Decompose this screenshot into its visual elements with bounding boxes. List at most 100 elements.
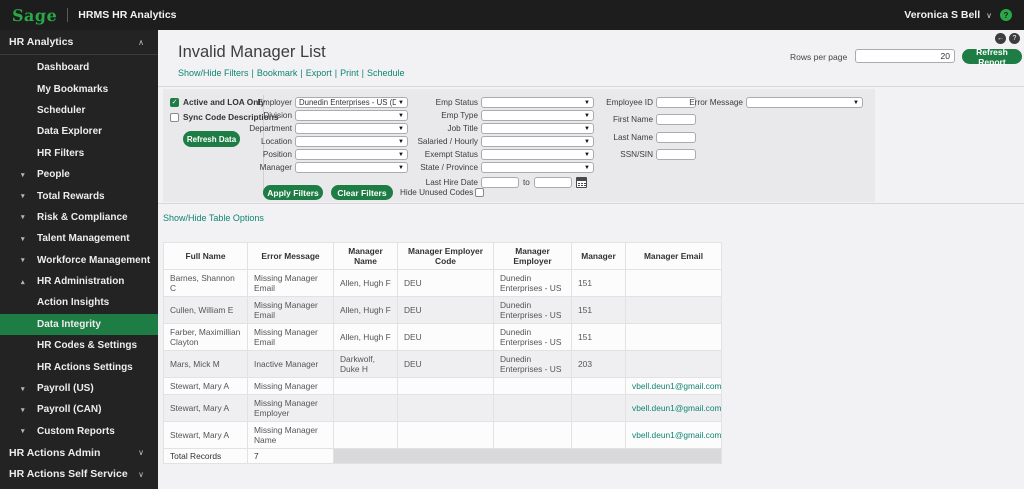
sync-code-checkbox[interactable] (170, 112, 179, 122)
manager-email-cell (625, 323, 722, 351)
sidebar-item-talent-management[interactable]: ▾ Talent Management (0, 228, 158, 249)
sidebar-item-label: Data Explorer (37, 126, 103, 138)
sidebar-item-payroll-us[interactable]: ▾ Payroll (US) (0, 378, 158, 399)
filter-row: First Name (590, 113, 696, 126)
table-row: Stewart, Mary A Missing Manager Employer v… (163, 394, 722, 422)
sidebar-item-data-integrity[interactable]: Data Integrity (0, 313, 158, 336)
sidebar-item-data-explorer[interactable]: Data Explorer (0, 121, 158, 142)
sidebar-item-scheduler[interactable]: Scheduler (0, 100, 158, 121)
expand-chevron-icon: ▾ (21, 257, 25, 265)
column-header-manager: Manager (571, 242, 626, 270)
manager-email-cell (625, 269, 722, 297)
last-hire-date-to-input[interactable] (533, 177, 572, 188)
ssn-sin-input[interactable] (656, 149, 696, 161)
table-row: Farber, Maximillian Clayton Missing Manag… (163, 323, 722, 351)
exempt-status-dropdown[interactable]: ▼ (481, 149, 594, 160)
emp-status-dropdown[interactable]: ▼ (481, 97, 594, 108)
table-cell: Stewart, Mary A (163, 377, 248, 395)
filter-row: Last Name (590, 131, 696, 144)
help-icon[interactable]: ? (1000, 9, 1012, 21)
sidebar-item-hr-codes-settings[interactable]: HR Codes & Settings (0, 335, 158, 356)
table-cell (397, 421, 494, 449)
header-link-export[interactable]: Export (306, 68, 332, 78)
sidebar-section-label: HR Actions Admin (9, 446, 101, 459)
sidebar-item-action-insights[interactable]: Action Insights (0, 292, 158, 313)
table-row: Stewart, Mary A Missing Manager vbell.deun… (163, 377, 722, 395)
topbar: Sage HRMS HR Analytics Veronica S Bell ∨… (0, 0, 1024, 30)
salaried-hourly-dropdown[interactable]: ▼ (481, 136, 594, 147)
sidebar-item-risk-compliance[interactable]: ▾ Risk & Compliance (0, 207, 158, 228)
apply-filters-button[interactable]: Apply Filters (263, 185, 323, 200)
table-options-link[interactable]: Show/Hide Table Options (163, 213, 264, 223)
filter-panel: ✓ Active and LOA Only Sync Code Descript… (163, 89, 875, 202)
header-link-show-hide-filters[interactable]: Show/Hide Filters (178, 68, 249, 78)
results-grid: Full Name Error Message Manager Name Manage… (163, 242, 722, 464)
filter-label: Manager (259, 163, 292, 172)
manager-email-cell[interactable]: vbell.deun1@gmail.com (625, 377, 722, 395)
sidebar-item-label: HR Filters (37, 147, 85, 159)
state-province-dropdown[interactable]: ▼ (481, 162, 594, 173)
manager-email-cell[interactable]: vbell.deun1@gmail.com (625, 394, 722, 422)
user-menu[interactable]: Veronica S Bell ∨ ? (904, 9, 1012, 21)
sidebar-item-label: My Bookmarks (37, 83, 109, 95)
filter-label: First Name (612, 115, 653, 125)
sidebar-item-dashboard[interactable]: Dashboard (0, 57, 158, 78)
sidebar-item-workforce-management[interactable]: ▾ Workforce Management (0, 250, 158, 271)
brand: Sage HRMS HR Analytics (12, 6, 177, 25)
clear-filters-button[interactable]: Clear Filters (331, 185, 393, 200)
last-name-input[interactable] (656, 131, 696, 143)
back-icon[interactable]: ← (995, 33, 1006, 44)
header-link-print[interactable]: Print (340, 68, 359, 78)
table-row: Stewart, Mary A Missing Manager Name vbell… (163, 421, 722, 449)
department-dropdown[interactable]: ▼ (295, 123, 408, 134)
header-link-schedule[interactable]: Schedule (367, 68, 405, 78)
position-dropdown[interactable]: ▼ (295, 149, 408, 160)
manager-email-cell (625, 296, 722, 324)
sidebar-item-payroll-can[interactable]: ▾ Payroll (CAN) (0, 399, 158, 420)
sidebar-item-people[interactable]: ▾ People (0, 164, 158, 185)
link-separator: | (251, 68, 254, 78)
page-help-icon[interactable]: ? (1009, 33, 1020, 44)
job-title-dropdown[interactable]: ▼ (481, 123, 594, 134)
sidebar-item-label: HR Codes & Settings (37, 340, 138, 352)
dropdown-arrow-icon: ▼ (398, 112, 404, 119)
sidebar-item-custom-reports[interactable]: ▾ Custom Reports (0, 421, 158, 442)
sidebar-header-hr-analytics[interactable]: HR Analytics ∧ (0, 30, 158, 55)
table-row: Cullen, William E Missing Manager Email Al… (163, 296, 722, 324)
division-dropdown[interactable]: ▼ (295, 110, 408, 121)
last-hire-date-from-input[interactable] (481, 177, 519, 188)
manager-dropdown[interactable]: ▼ (295, 162, 408, 173)
emp-type-dropdown[interactable]: ▼ (481, 110, 594, 121)
error-message-dropdown[interactable]: ▼ (746, 97, 863, 108)
filter-label: Job Title (447, 124, 479, 133)
sidebar-item-hr-filters[interactable]: HR Filters (0, 143, 158, 164)
location-dropdown[interactable]: ▼ (295, 136, 408, 147)
manager-email-cell[interactable]: vbell.deun1@gmail.com (625, 421, 722, 449)
link-separator: | (361, 68, 364, 78)
refresh-report-button[interactable]: Refresh Report (962, 47, 1022, 67)
employer-dropdown[interactable]: Dunedin Enterprises - US (DEU) ▼ (295, 97, 408, 108)
sidebar-section-hr-actions-self-service[interactable]: HR Actions Self Service ∨ (0, 463, 158, 484)
sidebar-item-total-rewards[interactable]: ▾ Total Rewards (0, 185, 158, 206)
header-link-bookmark[interactable]: Bookmark (257, 68, 298, 78)
filter-row: Division ▼ (229, 109, 408, 122)
active-loa-checkbox[interactable]: ✓ (170, 97, 179, 107)
sidebar-item-label: Data Integrity (37, 318, 101, 330)
first-name-input[interactable] (656, 114, 696, 126)
link-separator: | (334, 68, 338, 78)
sidebar-item-hr-actions-settings[interactable]: HR Actions Settings (0, 356, 158, 377)
sidebar: HR Analytics ∧ Dashboard My Bookmarks Sc… (0, 30, 158, 489)
chevron-down-icon: ∨ (138, 469, 144, 479)
sidebar-item-label: Workforce Management (37, 254, 151, 266)
filter-actions-row: Apply Filters Clear Filters Hide Unused … (263, 185, 485, 200)
sidebar-item-hr-administration[interactable]: ▴ HR Administration (0, 271, 158, 292)
table-cell: Missing Manager Employer (247, 394, 334, 422)
sidebar-section-hr-actions-admin[interactable]: HR Actions Admin ∨ (0, 442, 158, 463)
calendar-icon[interactable] (575, 177, 587, 188)
rows-per-page-input[interactable] (855, 49, 955, 63)
hide-unused-codes-checkbox[interactable] (475, 188, 485, 197)
sidebar-item-my-bookmarks[interactable]: My Bookmarks (0, 78, 158, 99)
table-cell: Stewart, Mary A (163, 421, 248, 449)
filter-column-error: Error Message ▼ (680, 96, 863, 109)
filter-label: Salaried / Hourly (417, 137, 478, 146)
